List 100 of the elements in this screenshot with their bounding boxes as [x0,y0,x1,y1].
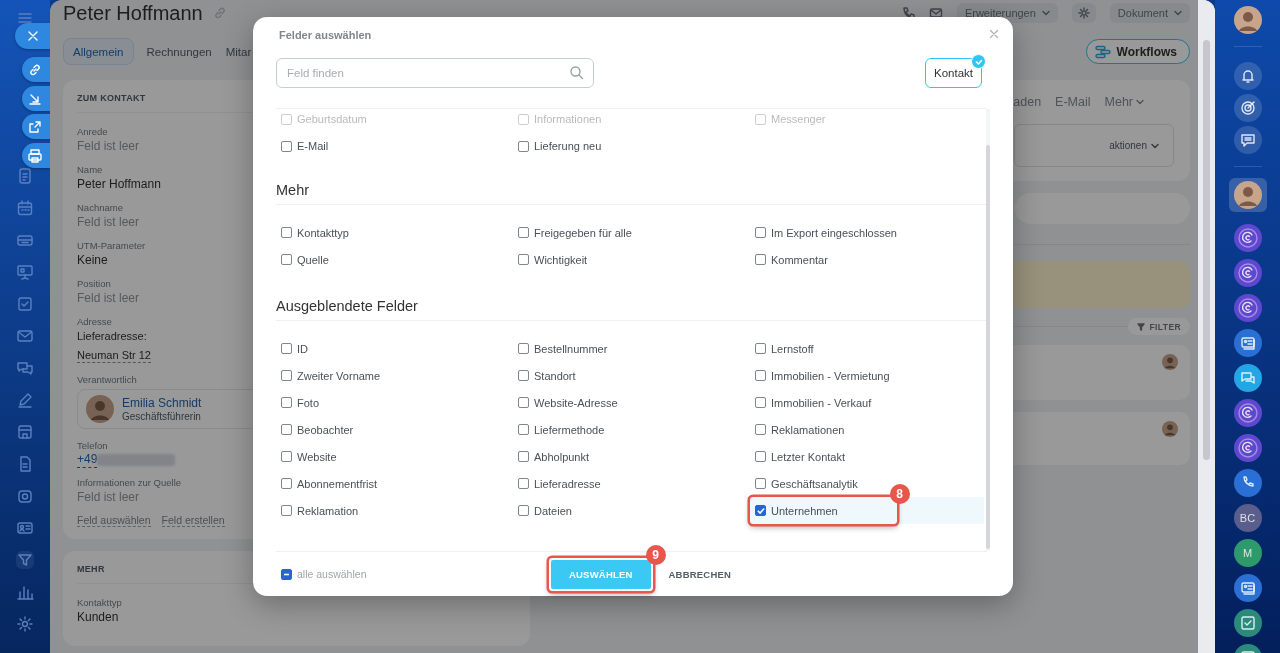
checkbox[interactable] [755,424,766,435]
mail-icon[interactable] [928,6,943,20]
checkbox[interactable] [281,343,292,354]
action-link[interactable]: Feld auswählen [77,514,151,527]
checkbox-label: Zweiter Vorname [297,369,381,382]
tab[interactable]: Mitar [224,38,253,65]
checkbox[interactable] [281,478,292,489]
id-card-icon[interactable] [1233,574,1262,602]
checkbox[interactable] [755,343,766,354]
section-heading: Ausgeblendete Felder [276,273,986,321]
filter-icon[interactable] [16,551,34,569]
document-dropdown[interactable]: Dokument [1109,3,1190,23]
field-label: Telefon [77,439,108,452]
tab[interactable]: Allgemein [63,38,134,65]
phone-icon[interactable] [900,6,915,20]
activity-tab[interactable]: Mehr [1104,95,1144,109]
checkbox[interactable] [755,254,766,265]
section-heading: Mehr [276,159,986,205]
initials-avatar[interactable]: BC [1233,504,1262,532]
spiral-icon[interactable] [1233,434,1262,462]
download-button[interactable] [22,86,50,111]
workflows-button[interactable]: Workflows [1085,39,1190,64]
checkbox-label: Reklamationen [771,423,845,436]
activity-tab[interactable]: aden [1013,95,1042,109]
select-button[interactable]: AUSWÄHLEN [551,559,651,589]
action-link[interactable]: Feld erstellen [161,514,225,527]
checkbox[interactable] [755,478,766,489]
field-value: Feld ist leer [77,214,140,231]
settings-button[interactable] [1071,3,1096,23]
search-field[interactable]: Feld finden [276,58,594,88]
field-sublabel: Lieferadresse: [77,329,147,344]
checkbox[interactable] [518,397,529,408]
checkbox[interactable] [281,451,292,462]
document-icon[interactable] [16,167,34,185]
calendar-icon[interactable] [16,199,34,217]
close-button[interactable] [987,27,1001,41]
chat-icon[interactable] [1233,364,1262,392]
target-icon[interactable] [1233,94,1262,122]
checkbox[interactable] [518,140,529,152]
camera-icon[interactable] [16,487,34,505]
spiral-icon[interactable] [1233,259,1262,287]
checkbox[interactable] [518,424,529,435]
chevron-down-icon [1151,141,1159,150]
checkbox[interactable] [518,478,529,489]
checkbox[interactable] [755,451,766,462]
tab[interactable]: Rechnungen [145,38,213,65]
checkbox-label: Abonnementfrist [297,477,378,490]
close-button[interactable] [15,23,50,49]
checkbox[interactable] [518,343,529,354]
checkbox-icon[interactable] [16,295,34,313]
field-label: Adresse [77,315,112,328]
print-button[interactable] [22,143,50,168]
copy-link-button[interactable] [22,57,50,82]
spiral-icon[interactable] [1233,399,1262,427]
checkbox[interactable] [755,505,766,516]
checkbox-label: Bestellnummer [534,342,608,355]
checkbox[interactable] [518,370,529,381]
checkbox[interactable] [281,424,292,435]
chat-icon[interactable] [1233,126,1262,154]
checkbox[interactable] [755,370,766,381]
phone-icon[interactable] [1233,469,1262,497]
id-card-icon[interactable] [1233,329,1262,357]
pen-icon[interactable] [16,391,34,409]
scrollbar[interactable] [1198,0,1215,653]
chevron-down-icon [1041,9,1050,17]
checkbox-label: Lernstoff [771,342,814,355]
checkbox-label: Letzter Kontakt [771,450,845,463]
checkbox[interactable] [755,227,766,238]
checkbox[interactable] [518,451,529,462]
checkbox[interactable] [518,227,529,238]
presentation-icon[interactable] [16,263,34,281]
address-link[interactable]: Neuman Str 12 [77,348,151,363]
activity-field[interactable]: aktionen [1014,124,1174,167]
bar-chart-icon[interactable] [16,583,34,601]
person-name[interactable]: Emilia Schmidt [122,396,202,411]
open-button[interactable] [22,114,50,139]
checkbox[interactable] [281,254,292,265]
bell-icon[interactable] [1233,62,1262,90]
checkbox[interactable] [281,568,292,580]
spiral-icon[interactable] [1233,224,1262,252]
avatar[interactable] [1233,6,1262,34]
checkbox[interactable] [755,397,766,408]
avatar [1162,421,1178,437]
gear-icon[interactable] [16,615,34,633]
checkbox-label: Standort [534,369,576,382]
checkbox[interactable] [281,227,292,238]
checkbox[interactable] [281,505,292,516]
checkbox[interactable] [281,397,292,408]
checkbox[interactable] [518,254,529,265]
checkbox[interactable] [518,505,529,516]
spiral-icon[interactable] [1233,294,1262,322]
activity-tab[interactable]: E-Mail [1055,95,1091,109]
initials-avatar[interactable]: M [1233,539,1262,567]
checkbox[interactable] [281,140,292,152]
filter-button[interactable]: FILTER [1128,318,1190,335]
store-icon[interactable] [16,423,34,441]
checkbox[interactable] [281,370,292,381]
checklist-icon[interactable] [1233,609,1262,637]
selected-chat[interactable] [1228,178,1267,212]
scrollbar[interactable] [986,109,990,551]
